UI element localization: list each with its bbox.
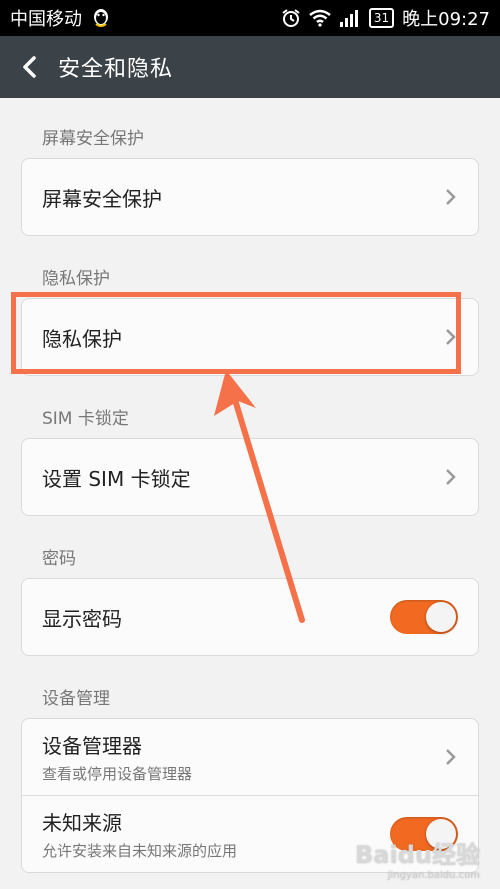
clock: 晚上09:27: [402, 9, 490, 30]
alarm-icon: [282, 9, 300, 27]
wifi-icon: [309, 9, 331, 27]
back-arrow-icon[interactable]: [18, 55, 42, 79]
carrier-name: 中国移动: [10, 9, 82, 30]
annotation-arrow-icon: [214, 370, 305, 623]
watermark-brand: Baidu经验: [355, 841, 480, 869]
status-bar: 中国移动 31 晚上09:27: [0, 0, 500, 36]
settings-list: 屏幕安全保护 屏幕安全保护 隐私保护 隐私保护 SIM 卡锁定 设置 SIM 卡…: [0, 98, 500, 889]
battery-icon: 31: [368, 8, 395, 28]
app-bar: 安全和隐私: [0, 36, 500, 98]
page-title: 安全和隐私: [58, 57, 174, 82]
watermark-url: jingyan.baidu.com: [387, 870, 480, 881]
baidu-watermark: Baidu经验 jingyan.baidu.com: [355, 835, 480, 881]
qq-icon: [94, 9, 108, 27]
signal-icon: [339, 10, 358, 27]
